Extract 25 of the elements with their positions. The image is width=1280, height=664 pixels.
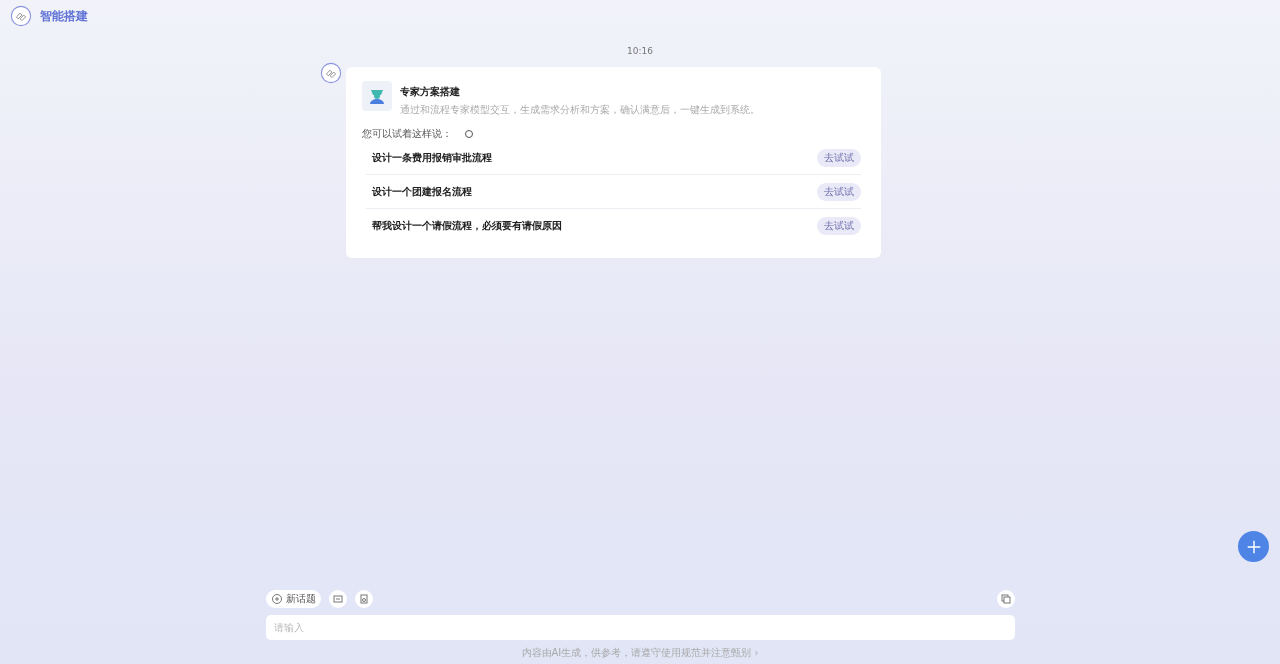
copy-button[interactable] [996,590,1015,608]
copy-icon [999,593,1012,605]
message-icon [331,593,344,605]
logo-icon [10,5,32,27]
add-circle-icon [270,593,283,605]
try-button[interactable]: 去试试 [816,182,861,201]
new-topic-button[interactable]: 新话题 [265,590,321,608]
suggestion-text: 设计一条费用报销审批流程 [370,150,492,165]
suggestion-text: 帮我设计一个请假流程，必须要有请假原因 [370,218,562,233]
card-title: 专家方案搭建 [399,85,461,99]
add-button[interactable] [1238,531,1269,562]
expert-icon [361,81,392,111]
suggestion-text: 设计一个团建报名流程 [370,184,472,199]
message-time: 10:16 [627,46,653,56]
assistant-avatar-icon [319,62,342,84]
document-button[interactable] [354,590,373,608]
message-input[interactable]: 请输入 [265,615,1015,640]
refresh-icon[interactable] [463,129,474,139]
disclaimer-text: 内容由AI生成，供参考，请遵守使用规范并注意甄别 › [520,646,760,660]
try-button[interactable]: 去试试 [816,216,861,235]
hint-text: 您可以试着这样说： [361,127,452,141]
document-icon [357,593,370,605]
chat-history-button[interactable] [328,590,347,608]
try-button[interactable]: 去试试 [816,148,861,167]
app-title: 智能搭建 [40,7,88,25]
